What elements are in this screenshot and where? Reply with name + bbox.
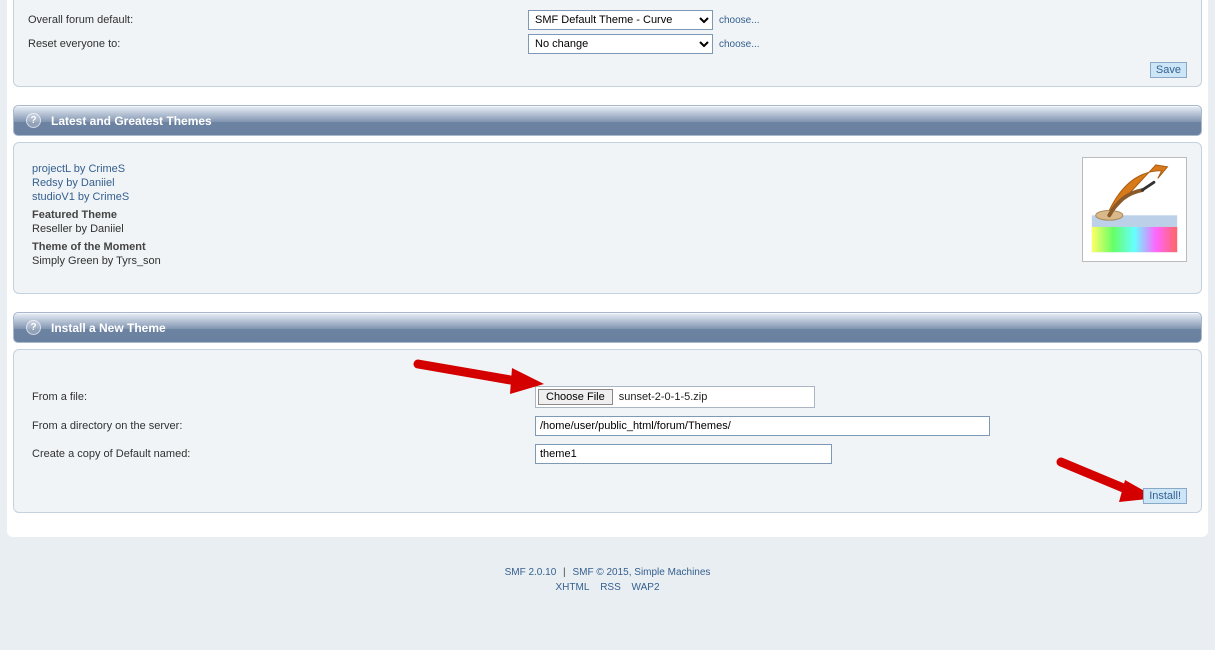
choose-link-default[interactable]: choose... [719, 15, 760, 26]
install-theme-header: ? Install a New Theme [13, 312, 1202, 343]
file-input-widget[interactable]: Choose File sunset-2-0-1-5.zip [535, 386, 815, 408]
moment-theme-heading: Theme of the Moment [32, 241, 1183, 253]
footer-xhtml-link[interactable]: XHTML [556, 582, 590, 593]
featured-theme-heading: Featured Theme [32, 209, 1183, 221]
help-icon[interactable]: ? [26, 320, 41, 335]
footer-wap2-link[interactable]: WAP2 [632, 582, 660, 593]
latest-themes-panel: projectL by CrimeS Redsy by Daniiel stud… [13, 142, 1202, 294]
install-theme-title: Install a New Theme [51, 321, 166, 335]
latest-themes-header: ? Latest and Greatest Themes [13, 105, 1202, 136]
theme-link[interactable]: Redsy by Daniiel [32, 177, 1183, 189]
copy-name-input[interactable] [535, 444, 832, 464]
directory-input[interactable] [535, 416, 990, 436]
reset-everyone-select[interactable]: No change [528, 34, 713, 54]
chosen-filename: sunset-2-0-1-5.zip [615, 391, 708, 403]
save-button[interactable]: Save [1150, 62, 1187, 78]
reset-everyone-label: Reset everyone to: [28, 38, 528, 50]
footer-smf-copyright[interactable]: SMF © 2015, Simple Machines [572, 567, 710, 578]
install-theme-panel: From a file: Choose File sunset-2-0-1-5.… [13, 349, 1202, 513]
theme-thumbnail [1082, 157, 1187, 262]
from-file-label: From a file: [32, 391, 535, 403]
theme-link[interactable]: studioV1 by CrimeS [32, 191, 1183, 203]
help-icon[interactable]: ? [26, 113, 41, 128]
install-button[interactable]: Install! [1143, 488, 1187, 504]
overall-default-select[interactable]: SMF Default Theme - Curve [528, 10, 713, 30]
overall-default-label: Overall forum default: [28, 14, 528, 26]
from-directory-label: From a directory on the server: [32, 420, 535, 432]
latest-themes-title: Latest and Greatest Themes [51, 114, 212, 128]
footer-smf-version[interactable]: SMF 2.0.10 [505, 567, 557, 578]
theme-link[interactable]: projectL by CrimeS [32, 163, 1183, 175]
theme-settings-panel: Overall forum default: SMF Default Theme… [13, 0, 1202, 87]
footer: SMF 2.0.10 | SMF © 2015, Simple Machines… [0, 537, 1215, 603]
footer-rss-link[interactable]: RSS [600, 582, 621, 593]
moment-theme-item: Simply Green by Tyrs_son [32, 255, 1183, 267]
copy-default-label: Create a copy of Default named: [32, 448, 535, 460]
featured-theme-item: Reseller by Daniiel [32, 223, 1183, 235]
choose-link-reset[interactable]: choose... [719, 39, 760, 50]
choose-file-button[interactable]: Choose File [538, 389, 613, 405]
